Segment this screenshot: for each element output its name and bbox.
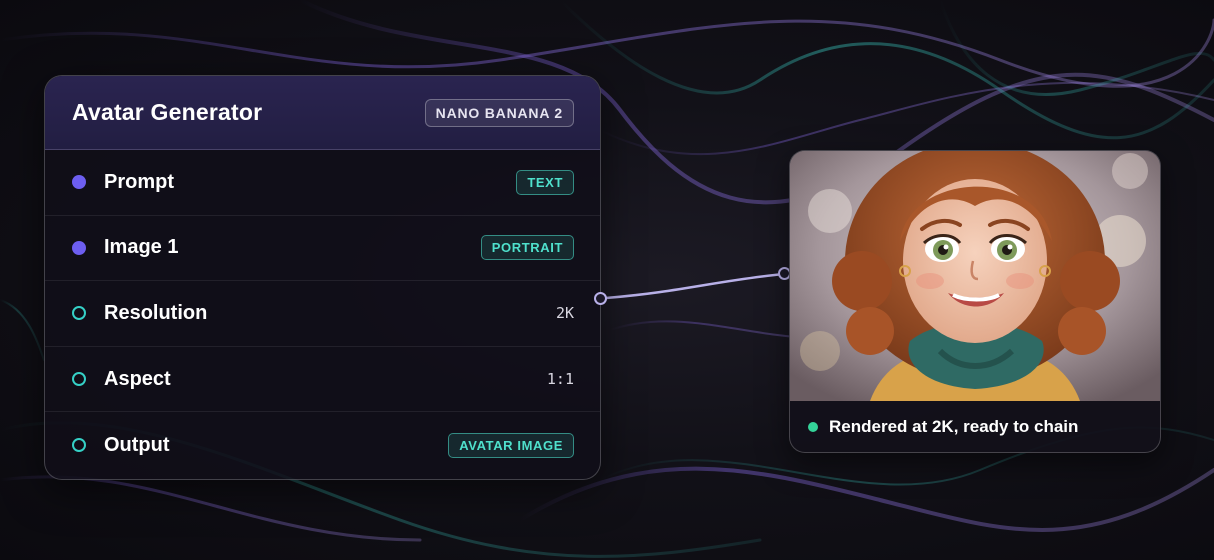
connection-edge bbox=[605, 272, 785, 300]
row-label: Image 1 bbox=[104, 236, 179, 259]
input-row-image-1[interactable]: Image 1 PORTRAIT bbox=[45, 216, 600, 282]
input-row-prompt[interactable]: Prompt TEXT bbox=[45, 150, 600, 216]
model-badge[interactable]: NANO BANANA 2 bbox=[424, 98, 574, 127]
aspect-value[interactable]: 1:1 bbox=[547, 370, 574, 388]
input-port-icon[interactable] bbox=[72, 240, 86, 255]
avatar-image bbox=[790, 151, 1160, 401]
node-title: Avatar Generator bbox=[72, 99, 263, 125]
avatar-preview-card[interactable]: Rendered at 2K, ready to chain bbox=[789, 150, 1161, 453]
row-label: Output bbox=[104, 433, 170, 456]
input-port-icon[interactable] bbox=[72, 175, 86, 190]
param-row-resolution[interactable]: Resolution 2K bbox=[45, 281, 600, 347]
type-tag: TEXT bbox=[516, 169, 574, 195]
row-label: Prompt bbox=[104, 170, 174, 193]
row-label: Resolution bbox=[104, 301, 208, 324]
type-tag: AVATAR IMAGE bbox=[448, 432, 574, 458]
type-tag: PORTRAIT bbox=[480, 235, 574, 261]
output-row[interactable]: Output AVATAR IMAGE bbox=[45, 412, 600, 478]
status-dot-icon bbox=[808, 421, 818, 432]
param-port-icon[interactable] bbox=[72, 372, 86, 387]
avatar-illustration bbox=[790, 151, 1160, 401]
node-output-handle[interactable] bbox=[594, 292, 607, 305]
param-row-aspect[interactable]: Aspect 1:1 bbox=[45, 347, 600, 413]
node-header[interactable]: Avatar Generator NANO BANANA 2 bbox=[45, 76, 600, 150]
preview-footer: Rendered at 2K, ready to chain bbox=[790, 401, 1160, 452]
workflow-canvas[interactable]: Avatar Generator NANO BANANA 2 Prompt TE… bbox=[0, 0, 1214, 560]
row-label: Aspect bbox=[104, 367, 171, 390]
output-port-icon[interactable] bbox=[72, 438, 86, 453]
status-text: Rendered at 2K, ready to chain bbox=[829, 416, 1079, 436]
resolution-value[interactable]: 2K bbox=[556, 304, 574, 322]
param-port-icon[interactable] bbox=[72, 306, 86, 321]
avatar-generator-node[interactable]: Avatar Generator NANO BANANA 2 Prompt TE… bbox=[44, 75, 601, 480]
